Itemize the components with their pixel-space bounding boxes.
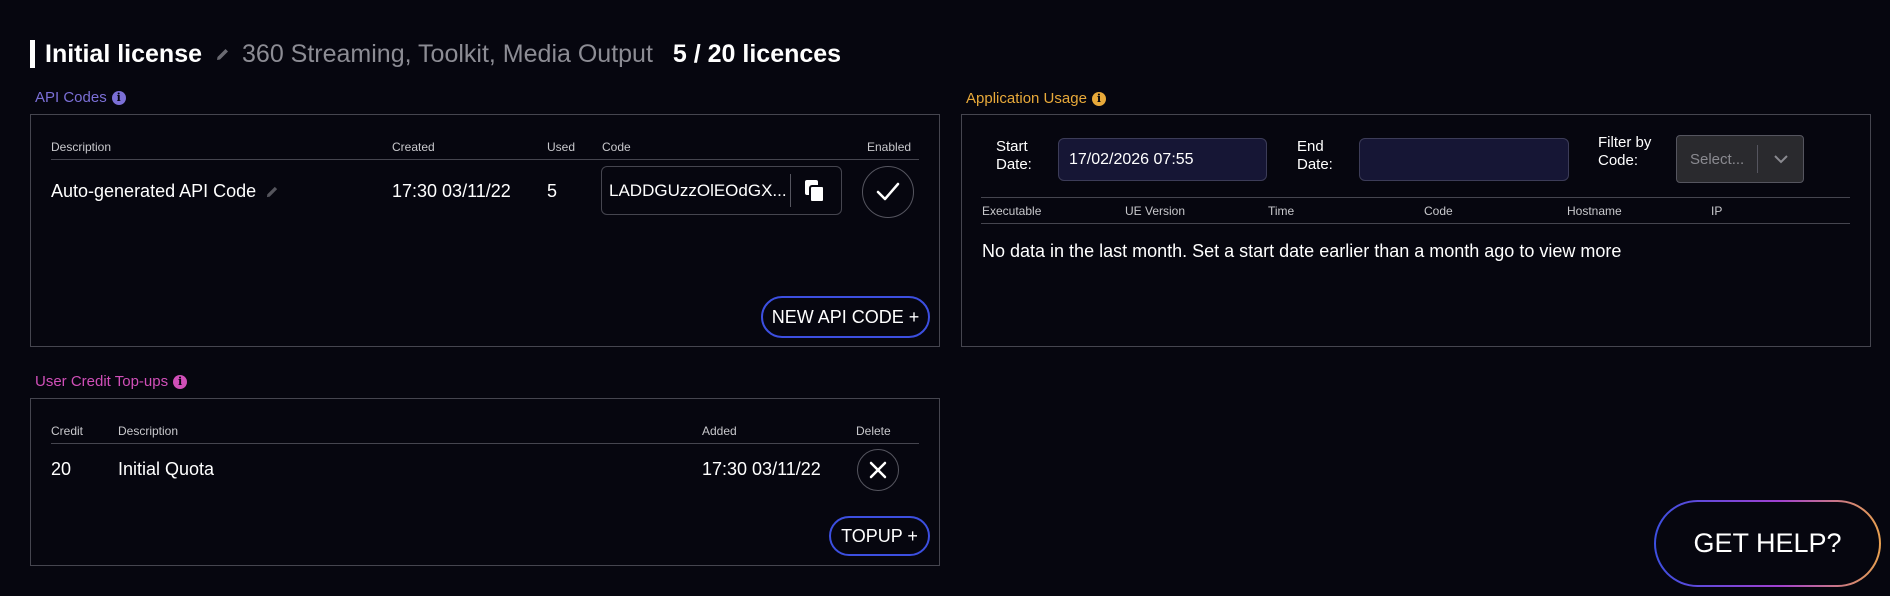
col-code: Code [602,140,631,154]
col-description: Description [51,140,112,154]
info-icon[interactable]: i [111,90,126,105]
start-date-label-line-2: Date: [996,156,1032,173]
code-field-divider [790,174,791,207]
header-divider [51,159,919,160]
usage-empty-message: No data in the last month. Set a start d… [982,241,1622,261]
start-date-label: Start Date: [996,138,1032,174]
col-delete: Delete [856,424,891,438]
pencil-icon[interactable] [216,47,230,61]
api-codes-label: API Codes i [35,89,126,106]
top-up-added: 17:30 03/11/22 [702,459,821,479]
filter-label-line-1: Filter by [1598,134,1652,151]
start-date-value: 17/02/2026 07:55 [1069,150,1194,168]
api-code-used: 5 [547,181,558,201]
col-used: Used [547,140,576,154]
start-date-input[interactable]: 17/02/2026 07:55 [1058,138,1267,181]
checkmark-icon [876,182,900,201]
col-ue-version: UE Version [1125,204,1186,218]
col-ip: IP [1711,204,1723,218]
col-hostname: Hostname [1567,204,1622,218]
top-ups-label-text: User Credit Top-ups [35,373,169,390]
license-products: 360 Streaming, Toolkit, Media Output [242,39,653,68]
copy-icon[interactable] [797,173,833,209]
usage-top-divider [981,197,1850,198]
licence-count: 5 / 20 licences [672,39,842,68]
license-header: Initial license 360 Streaming, Toolkit, … [45,38,841,70]
top-up-credit: 20 [51,459,72,479]
delete-top-up-button[interactable] [857,449,899,491]
end-date-label-line-2: Date: [1297,156,1333,173]
enabled-toggle-button[interactable] [862,166,914,218]
topup-button[interactable]: TOPUP + [829,516,930,556]
api-code-field[interactable]: LADDGUzzOlEOdGX... [601,166,842,215]
close-icon [869,461,887,479]
col-created: Created [392,140,435,154]
end-date-label: End Date: [1297,138,1333,174]
license-name: Initial license [45,39,203,68]
api-code-created: 17:30 03/11/22 [392,181,511,201]
header-accent-bar [30,40,35,68]
api-code-value[interactable]: LADDGUzzOlEOdGX... [609,181,787,201]
filter-label-line-2: Code: [1598,152,1639,169]
col-code: Code [1424,204,1453,218]
application-usage-label-text: Application Usage [966,90,1087,107]
get-help-label: GET HELP? [1656,502,1879,585]
col-enabled: Enabled [867,140,912,154]
end-date-label-line-1: End [1297,138,1324,155]
col-time: Time [1268,204,1295,218]
header-divider [51,443,919,444]
top-ups-label: User Credit Top-ups i [35,373,188,390]
col-description: Description [118,424,179,438]
chevron-down-icon[interactable] [1758,154,1803,164]
info-icon[interactable]: i [173,374,188,389]
info-icon[interactable]: i [1091,91,1106,106]
pencil-icon[interactable] [266,185,279,198]
col-added: Added [702,424,737,438]
top-up-description: Initial Quota [118,459,215,479]
end-date-input[interactable] [1359,138,1569,181]
api-codes-label-text: API Codes [35,89,107,106]
usage-header-divider [981,223,1850,224]
col-executable: Executable [982,204,1042,218]
application-usage-label: Application Usage i [966,90,1106,107]
filter-by-code-select[interactable]: Select... [1676,135,1804,183]
start-date-label-line-1: Start [996,138,1028,155]
table-row: Auto-generated API Code [51,181,279,202]
api-code-description: Auto-generated API Code [51,181,257,201]
filter-by-code-label: Filter by Code: [1598,134,1651,170]
filter-select-placeholder: Select... [1690,150,1745,168]
new-api-code-button[interactable]: NEW API CODE + [761,296,930,338]
get-help-button[interactable]: GET HELP? [1654,500,1881,587]
col-credit: Credit [51,424,84,438]
